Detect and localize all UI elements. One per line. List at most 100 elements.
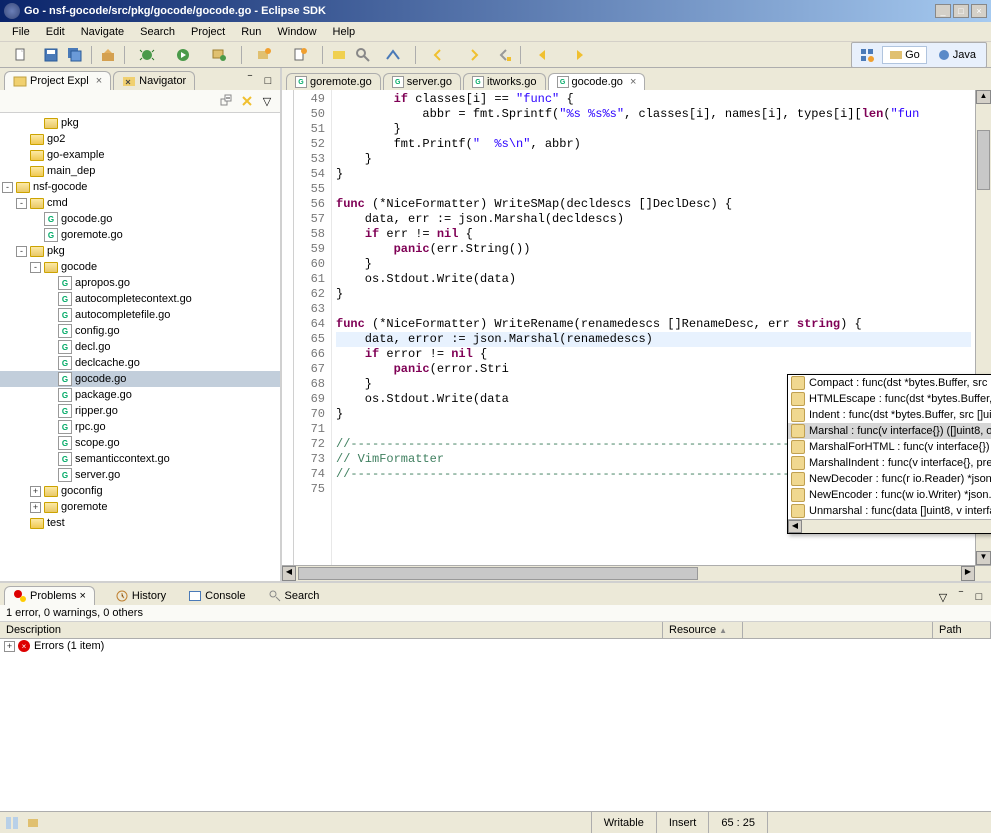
autocomplete-item[interactable]: HTMLEscape : func(dst *bytes.Buffer, src… [788,391,991,407]
autocomplete-item[interactable]: Unmarshal : func(data []uint8, v interfa… [788,503,991,519]
problems-table-body[interactable]: + × Errors (1 item) [0,639,991,811]
annotation-ruler[interactable] [282,90,294,565]
link-editor-button[interactable] [238,92,256,110]
tree-item[interactable]: +goremote [0,499,280,515]
open-type-button[interactable] [328,44,350,66]
perspective-java[interactable]: Java [931,47,982,63]
run-button[interactable] [166,44,200,66]
minimize-view-button[interactable]: ‾ [242,73,258,89]
prev-edit-button[interactable] [421,44,455,66]
tree-item[interactable]: +goconfig [0,483,280,499]
minimize-view-button[interactable]: ‾ [953,589,969,605]
tree-item[interactable]: -pkg [0,243,280,259]
build-button[interactable] [97,44,119,66]
autocomplete-item[interactable]: Compact : func(dst *bytes.Buffer, src []… [788,375,991,391]
tab-project-explorer[interactable]: Project Expl × [4,71,111,90]
tree-item[interactable]: -gocode [0,259,280,275]
minimize-button[interactable]: _ [935,4,951,18]
tree-item[interactable]: Gautocompletefile.go [0,307,280,323]
menu-help[interactable]: Help [325,24,364,40]
autocomplete-item[interactable]: NewDecoder : func(r io.Reader) *json.Dec… [788,471,991,487]
autocomplete-item[interactable]: Marshal : func(v interface{}) ([]uint8, … [788,423,991,439]
scrollbar-thumb[interactable] [977,130,990,190]
menu-file[interactable]: File [4,24,38,40]
debug-button[interactable] [130,44,164,66]
editor-tab[interactable]: Ggoremote.go [286,73,381,90]
status-icon-1[interactable] [4,815,20,831]
tree-item[interactable]: Gapropos.go [0,275,280,291]
tab-history[interactable]: History [107,587,174,605]
menu-navigate[interactable]: Navigate [73,24,132,40]
tree-item[interactable]: Gconfig.go [0,323,280,339]
close-icon[interactable]: × [630,76,636,88]
tree-item[interactable]: main_dep [0,163,280,179]
tree-toggle[interactable]: + [30,502,41,513]
save-all-button[interactable] [64,44,86,66]
autocomplete-item[interactable]: NewEncoder : func(w io.Writer) *json.Enc… [788,487,991,503]
tree-toggle[interactable]: - [30,262,41,273]
view-menu-button[interactable]: ▽ [258,92,276,110]
autocomplete-item[interactable]: MarshalForHTML : func(v interface{}) ([]… [788,439,991,455]
tree-item[interactable]: Gserver.go [0,467,280,483]
tree-item[interactable]: Gdeclcache.go [0,355,280,371]
menu-project[interactable]: Project [183,24,233,40]
tab-search[interactable]: Search [260,587,328,605]
tree-item[interactable]: -nsf-gocode [0,179,280,195]
last-edit-button[interactable] [493,44,515,66]
tree-item[interactable]: Ggocode.go [0,371,280,387]
tab-console[interactable]: Console [180,587,253,605]
open-perspective-button[interactable] [856,44,878,66]
col-path[interactable]: Path [933,622,991,638]
maximize-view-button[interactable]: □ [971,589,987,605]
new-package-button[interactable] [247,44,281,66]
maximize-button[interactable]: □ [953,4,969,18]
tree-item[interactable]: Gsemanticcontext.go [0,451,280,467]
tree-item[interactable]: Gautocompletecontext.go [0,291,280,307]
run-last-button[interactable] [202,44,236,66]
tree-item[interactable]: Gscope.go [0,435,280,451]
tree-item[interactable]: Ggocode.go [0,211,280,227]
annotation-button[interactable] [376,44,410,66]
tree-item[interactable]: Gpackage.go [0,387,280,403]
autocomplete-item[interactable]: Indent : func(dst *bytes.Buffer, src []u… [788,407,991,423]
status-icon-2[interactable] [26,815,42,831]
tab-problems[interactable]: Problems × [4,586,95,605]
tree-item[interactable]: Gripper.go [0,403,280,419]
tree-toggle[interactable]: + [30,486,41,497]
close-icon[interactable]: × [96,75,102,87]
tree-toggle[interactable]: - [2,182,13,193]
editor-tab[interactable]: Gserver.go [383,73,461,90]
perspective-go[interactable]: Go [882,46,927,64]
tree-item[interactable]: Gdecl.go [0,339,280,355]
menu-window[interactable]: Window [269,24,324,40]
col-description[interactable]: Description [0,622,663,638]
line-number-gutter[interactable]: 4950515253545556575859606162636465666768… [294,90,332,565]
maximize-view-button[interactable]: □ [260,73,276,89]
menu-run[interactable]: Run [233,24,269,40]
horizontal-scrollbar[interactable]: ◀ ▶ [282,565,991,581]
back-button[interactable] [526,44,560,66]
tree-item[interactable]: go-example [0,147,280,163]
view-menu-button[interactable]: ▽ [935,589,951,605]
next-edit-button[interactable] [457,44,491,66]
col-empty[interactable] [743,622,933,638]
tree-item[interactable]: Grpc.go [0,419,280,435]
save-button[interactable] [40,44,62,66]
tree-item[interactable]: pkg [0,115,280,131]
editor-tab[interactable]: Ggocode.go× [548,73,646,90]
tree-toggle[interactable]: - [16,198,27,209]
table-row[interactable]: + × Errors (1 item) [0,639,991,653]
tree-item[interactable]: go2 [0,131,280,147]
tree-item[interactable]: -cmd [0,195,280,211]
expand-toggle[interactable]: + [4,641,15,652]
close-icon[interactable]: × [79,590,85,602]
close-button[interactable]: × [971,4,987,18]
new-file-button[interactable] [283,44,317,66]
tab-navigator[interactable]: Navigator [113,71,195,90]
editor-tab[interactable]: Gitworks.go [463,73,546,90]
tree-item[interactable]: test [0,515,280,531]
search-button[interactable] [352,44,374,66]
project-tree[interactable]: pkggo2go-examplemain_dep-nsf-gocode-cmdG… [0,113,280,581]
tree-toggle[interactable]: - [16,246,27,257]
scrollbar-thumb[interactable] [298,567,698,580]
